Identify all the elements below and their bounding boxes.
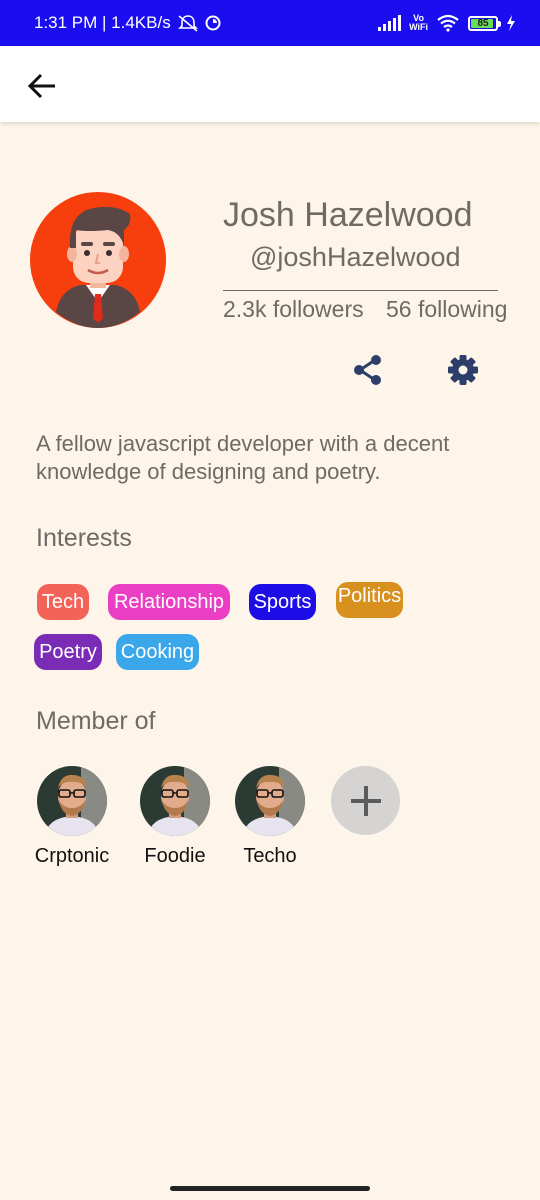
interest-chip-cooking[interactable]: Cooking: [116, 634, 199, 670]
app-bar: [0, 46, 540, 122]
following-count[interactable]: 56 following: [386, 296, 507, 323]
back-button[interactable]: [22, 66, 62, 106]
charging-icon: [507, 15, 515, 31]
settings-button[interactable]: [443, 350, 483, 390]
interest-chip-relationship[interactable]: Relationship: [108, 584, 230, 620]
profile-name: Josh Hazelwood: [223, 196, 473, 234]
plus-icon: [350, 785, 381, 816]
share-button[interactable]: [348, 350, 388, 390]
group-item-foodie[interactable]: Foodie: [125, 766, 225, 868]
interests-title: Interests: [36, 524, 132, 552]
vowifi-indicator: Vo WiFi: [409, 13, 428, 32]
group-item-techo[interactable]: Techo: [220, 766, 320, 868]
signal-icon: [378, 15, 402, 31]
profile-divider: [223, 290, 498, 291]
interest-chip-politics[interactable]: Politics: [336, 582, 403, 618]
interest-chip-tech[interactable]: Tech: [37, 584, 89, 620]
data-saver-icon: [205, 15, 221, 31]
wifi-icon: [437, 14, 459, 32]
members-title: Member of: [36, 707, 156, 735]
status-time-speed: 1:31 PM | 1.4KB/s: [34, 13, 171, 32]
profile-avatar: [30, 192, 166, 328]
interest-chip-sports[interactable]: Sports: [249, 584, 316, 620]
profile-bio: A fellow javascript developer with a dec…: [36, 431, 450, 484]
interest-chip-poetry[interactable]: Poetry: [34, 634, 102, 670]
gear-icon: [448, 355, 478, 385]
share-icon: [354, 355, 381, 385]
group-label: Crptonic: [34, 845, 110, 867]
group-avatar: [235, 766, 305, 836]
followers-count[interactable]: 2.3k followers: [223, 296, 364, 323]
status-bar: 1:31 PM | 1.4KB/s Vo WiFi 85: [0, 0, 540, 46]
profile-handle: @joshHazelwood: [250, 242, 461, 272]
bell-muted-icon: [177, 15, 198, 32]
arrow-left-icon: [27, 73, 55, 99]
group-label: Techo: [243, 845, 297, 867]
group-label: Foodie: [144, 845, 206, 867]
group-item-crptonic[interactable]: Crptonic: [22, 766, 122, 868]
battery-icon: 85: [468, 15, 501, 31]
group-avatar: [140, 766, 210, 836]
add-group-button[interactable]: [331, 766, 400, 835]
home-indicator[interactable]: [170, 1186, 370, 1191]
group-avatar: [37, 766, 107, 836]
